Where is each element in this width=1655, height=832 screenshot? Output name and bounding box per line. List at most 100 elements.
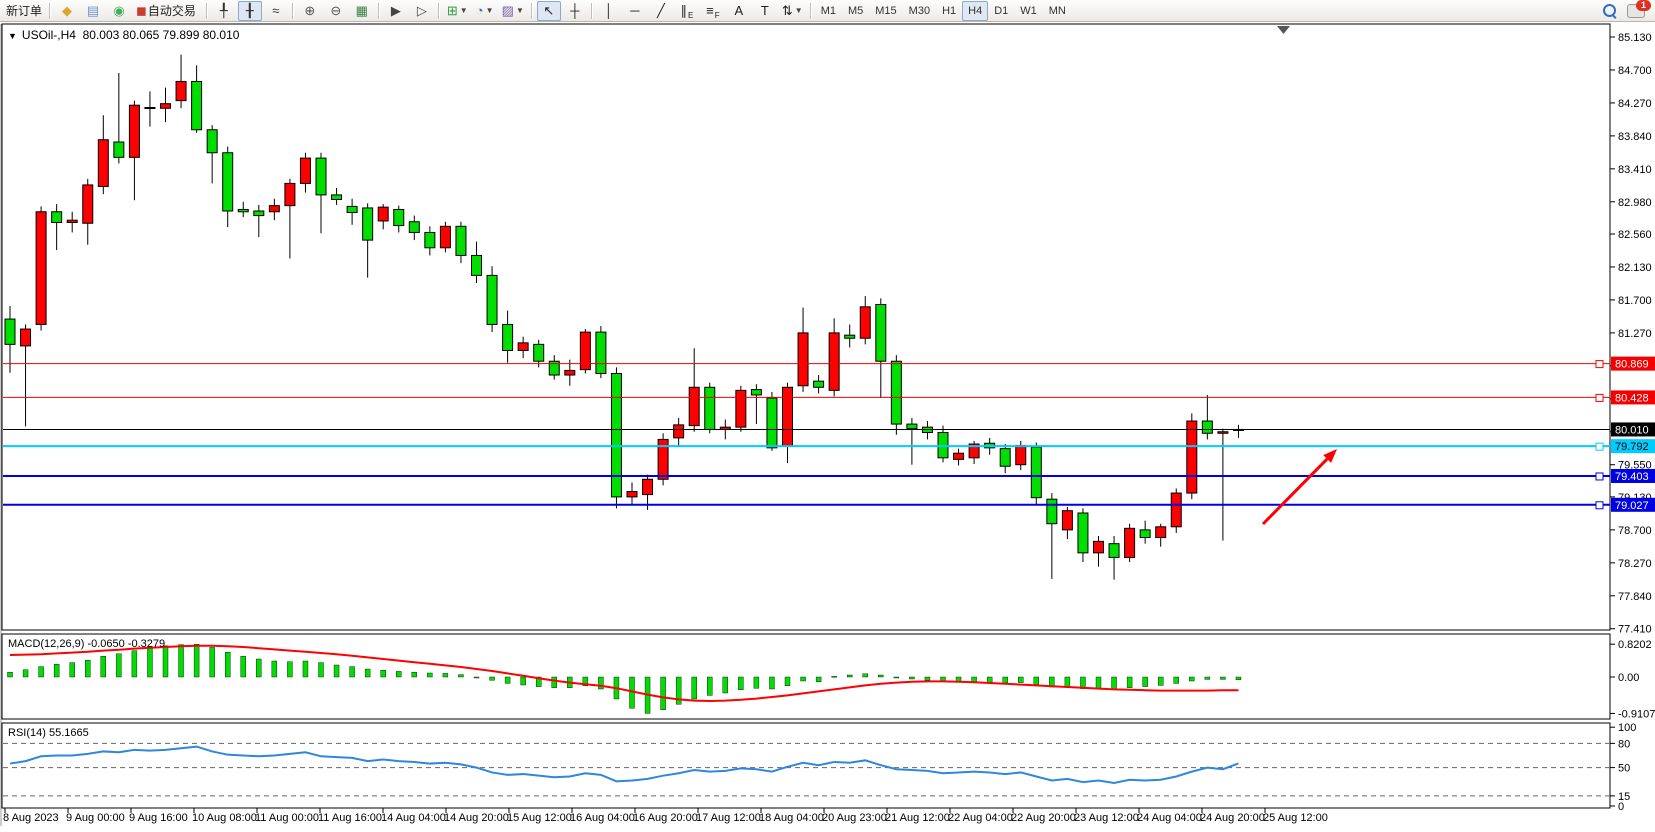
candle-body <box>751 390 761 395</box>
timeframe-button-h4[interactable]: H4 <box>962 1 988 21</box>
crosshair-icon[interactable]: ┼ <box>563 1 587 21</box>
chart-dropdown-icon[interactable]: ▼ <box>8 31 17 41</box>
time-axis[interactable] <box>2 808 1610 826</box>
candle-body <box>440 226 450 247</box>
candle-body <box>1156 527 1166 538</box>
macd-histogram-bar <box>350 667 355 677</box>
candlestick-chart-icon[interactable]: ╂ <box>238 1 262 21</box>
candle-body <box>1078 513 1088 553</box>
notifications-icon[interactable]: 1 <box>1627 4 1645 18</box>
toolbar-separator <box>206 3 208 19</box>
arrows-icon[interactable]: ⇅▼ <box>779 1 806 21</box>
timeframe-button-h1[interactable]: H1 <box>936 1 962 21</box>
macd-histogram-bar <box>147 648 152 677</box>
level-line-handle[interactable] <box>1596 443 1603 450</box>
zoom-in-icon[interactable]: ⊕ <box>298 1 322 21</box>
chart-shift-icon[interactable]: ▷ <box>410 1 434 21</box>
candle-body <box>907 424 917 429</box>
macd-histogram-bar <box>287 662 292 677</box>
macd-histogram-bar <box>303 661 308 677</box>
text-icon[interactable]: A <box>727 1 751 21</box>
dropdown-arrow-icon: ▼ <box>460 6 468 15</box>
macd-histogram-bar <box>54 664 59 677</box>
cursor-icon[interactable]: ↖ <box>537 1 561 21</box>
timeframe-button-mn[interactable]: MN <box>1043 1 1072 21</box>
macd-histogram-bar <box>443 673 448 677</box>
toolbar-separator <box>378 3 380 19</box>
bar-chart-icon[interactable]: ╀ <box>212 1 236 21</box>
sound-alert-icon[interactable]: ◉ <box>107 1 131 21</box>
candle-body <box>5 319 15 344</box>
chart-shift-marker-icon[interactable] <box>1277 26 1290 34</box>
candle-body <box>767 398 777 448</box>
candle-body <box>176 81 186 100</box>
macd-histogram-bar <box>863 674 868 677</box>
toolbar-separator <box>292 3 294 19</box>
templates-icon[interactable]: ▨▼ <box>499 1 527 21</box>
candle-body <box>705 387 715 429</box>
macd-histogram-bar <box>225 652 230 677</box>
macd-histogram-bar <box>847 675 852 677</box>
tile-windows-icon[interactable]: ▦ <box>350 1 374 21</box>
candle-body <box>1202 421 1212 433</box>
equidistant-channel-icon[interactable]: ∥E <box>675 1 699 21</box>
price-chart: 85.13084.70084.27083.84083.41082.98082.5… <box>0 23 1655 832</box>
candle-body <box>378 207 388 221</box>
macd-histogram-bar <box>23 670 28 677</box>
market-watch-icon[interactable]: ◆ <box>55 1 79 21</box>
candle-body <box>876 305 886 362</box>
vertical-line-icon[interactable]: │ <box>597 1 621 21</box>
timeframe-button-d1[interactable]: D1 <box>988 1 1014 21</box>
candle-body <box>1171 493 1181 527</box>
price-axis[interactable] <box>1610 24 1655 808</box>
timeframe-button-m1[interactable]: M1 <box>815 1 842 21</box>
horizontal-line-icon[interactable]: ─ <box>623 1 647 21</box>
candle-body <box>300 158 310 183</box>
auto-scroll-icon[interactable]: ▶ <box>384 1 408 21</box>
candle-body <box>207 130 217 153</box>
candle-body <box>487 275 497 324</box>
text-label-icon[interactable]: T <box>753 1 777 21</box>
toolbar-separator <box>49 3 51 19</box>
candle-body <box>472 255 482 275</box>
macd-histogram-bar <box>1018 677 1023 683</box>
line-chart-icon[interactable]: ≈ <box>264 1 288 21</box>
candle-body <box>145 108 155 109</box>
fibonacci-icon[interactable]: ≡F <box>701 1 725 21</box>
arrow-annotation[interactable] <box>1263 459 1327 524</box>
trendline-icon[interactable]: ╱ <box>649 1 673 21</box>
timeframe-button-m30[interactable]: M30 <box>903 1 936 21</box>
auto-trading-button[interactable]: ◼自动交易 <box>133 1 202 21</box>
new-order-button[interactable]: 新订单 <box>3 1 45 21</box>
toolbar-separator <box>531 3 533 19</box>
toolbar-separator <box>438 3 440 19</box>
macd-histogram-bar <box>987 677 992 682</box>
periods-icon[interactable]: ◔▼ <box>473 1 497 21</box>
macd-histogram-bar <box>101 656 106 677</box>
macd-histogram-bar <box>972 677 977 682</box>
level-line-handle[interactable] <box>1596 502 1603 509</box>
timeframe-button-m15[interactable]: M15 <box>869 1 902 21</box>
rsi-panel-frame <box>2 723 1610 808</box>
data-window-icon[interactable]: ▤ <box>81 1 105 21</box>
candle-body <box>98 140 108 187</box>
candle-body <box>798 333 808 386</box>
timeframe-button-w1[interactable]: W1 <box>1014 1 1043 21</box>
macd-histogram-bar <box>801 677 806 681</box>
candle-body <box>316 158 326 195</box>
new-chart-icon[interactable]: ⊞▼ <box>444 1 471 21</box>
macd-histogram-bar <box>521 677 526 685</box>
timeframe-button-m5[interactable]: M5 <box>842 1 869 21</box>
level-line-handle[interactable] <box>1596 394 1603 401</box>
candle-body <box>129 105 139 157</box>
search-icon[interactable] <box>1603 4 1617 18</box>
macd-histogram-bar <box>1065 677 1070 687</box>
macd-histogram-bar <box>1174 677 1179 683</box>
zoom-out-icon[interactable]: ⊖ <box>324 1 348 21</box>
macd-histogram-bar <box>1096 677 1101 689</box>
candle-body <box>1187 421 1197 493</box>
level-line-handle[interactable] <box>1596 361 1603 368</box>
macd-histogram-bar <box>1127 677 1132 688</box>
level-line-handle[interactable] <box>1596 473 1603 480</box>
macd-histogram-bar <box>878 675 883 677</box>
